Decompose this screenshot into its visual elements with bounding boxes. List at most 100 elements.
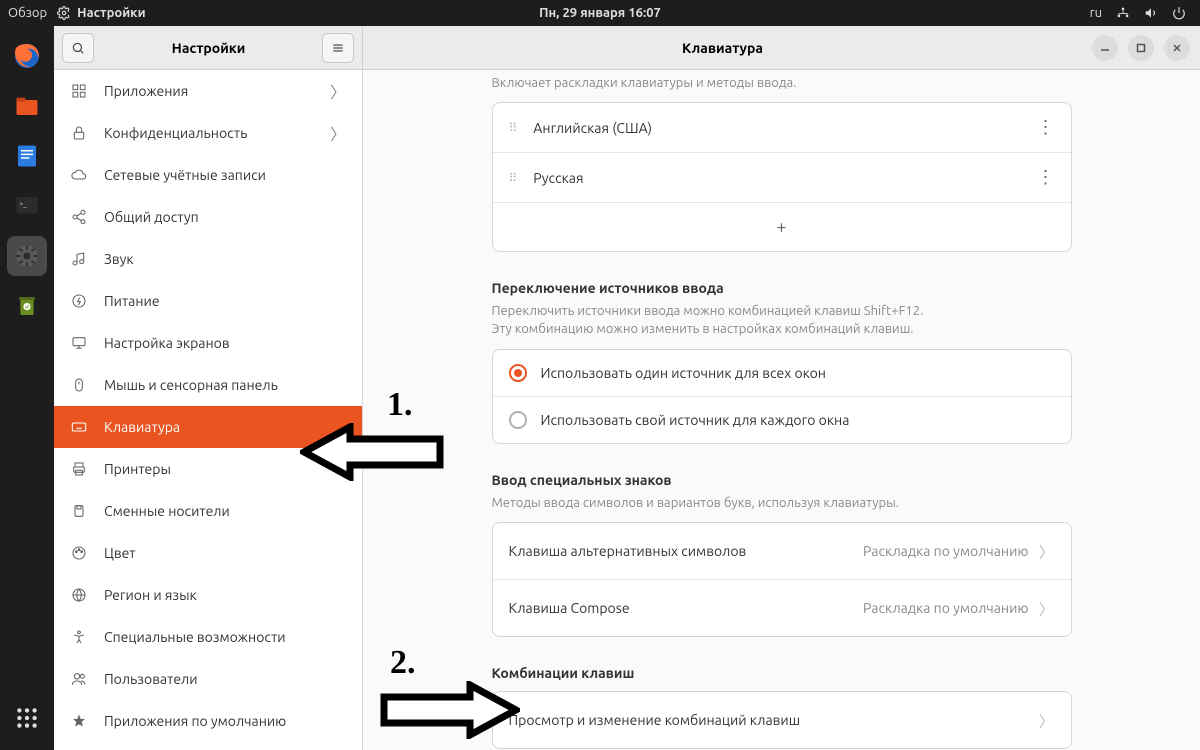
switch-opt-all-label: Использовать один источник для всех окон [541, 365, 826, 381]
special-row[interactable]: Клавиша ComposeРаскладка по умолчанию〉 [493, 579, 1071, 636]
share-icon [70, 208, 88, 226]
settings-content: Включает раскладки клавиатуры и методы в… [363, 70, 1200, 750]
sidebar-item-label: Конфиденциальность [104, 125, 247, 141]
input-source-row[interactable]: ⠿ Русская ⋮ [493, 152, 1071, 202]
svg-text:>_: >_ [20, 201, 28, 208]
lock-icon [70, 124, 88, 142]
dock-trash[interactable] [7, 286, 47, 326]
shortcuts-row[interactable]: Просмотр и изменение комбинаций клавиш 〉 [493, 692, 1071, 748]
chevron-right-icon: 〉 [330, 79, 346, 103]
sidebar-item-lock[interactable]: Конфиденциальность 〉 [54, 112, 362, 154]
sidebar-item-label: Клавиатура [104, 419, 180, 435]
sidebar-item-printer[interactable]: Принтеры [54, 448, 362, 490]
sidebar-item-label: Приложения [104, 83, 188, 99]
chevron-right-icon: 〉 [1038, 708, 1054, 732]
sidebar-item-power[interactable]: Питание [54, 280, 362, 322]
chevron-right-icon: 〉 [330, 121, 346, 145]
sidebar-item-keyboard[interactable]: Клавиатура [54, 406, 362, 448]
display-icon [70, 334, 88, 352]
drag-handle-icon[interactable]: ⠿ [509, 121, 520, 135]
cloud-icon [70, 166, 88, 184]
sidebar-item-label: Звук [104, 251, 134, 267]
keyboard-icon [70, 418, 88, 436]
volume-icon[interactable] [1144, 6, 1158, 20]
sidebar-item-label: Мышь и сенсорная панель [104, 377, 278, 393]
input-source-label: Русская [533, 170, 583, 186]
window-minimize[interactable] [1092, 35, 1118, 61]
special-title: Ввод специальных знаков [492, 472, 1072, 488]
activities-button[interactable]: Обзор [8, 6, 47, 20]
gnome-topbar: Обзор Настройки Пн, 29 января 16:07 ru [0, 0, 1200, 26]
users-icon [70, 670, 88, 688]
sidebar-item-apps[interactable]: Приложения 〉 [54, 70, 362, 112]
dock-apps-grid[interactable] [7, 698, 47, 738]
special-desc: Методы ввода символов и вариантов букв, … [492, 494, 1072, 512]
region-icon [70, 586, 88, 604]
dock-terminal[interactable]: >_ [7, 186, 47, 226]
shortcuts-title: Комбинации клавиш [492, 665, 1072, 681]
input-source-row[interactable]: ⠿Английская (США)⋮ [493, 103, 1071, 152]
sidebar-item-a11y[interactable]: Специальные возможности [54, 616, 362, 658]
power-icon[interactable] [1172, 6, 1186, 20]
sidebar-item-display[interactable]: Настройка экранов [54, 322, 362, 364]
settings-window: Настройки Клавиатура Приложения〉Конфиден… [54, 26, 1200, 750]
special-row[interactable]: Клавиша альтернативных символов Раскладка… [493, 523, 1071, 579]
window-close[interactable] [1164, 35, 1190, 61]
sidebar-item-label: Общий доступ [104, 209, 199, 225]
window-maximize[interactable] [1128, 35, 1154, 61]
sidebar-item-mouse[interactable]: Мышь и сенсорная панель [54, 364, 362, 406]
network-icon[interactable] [1116, 6, 1130, 20]
dock-libreoffice[interactable] [7, 136, 47, 176]
removable-icon [70, 502, 88, 520]
switch-card: Использовать один источник для всех окон… [492, 349, 1072, 444]
drag-handle-icon[interactable]: ⠿ [509, 171, 520, 185]
sidebar-item-label: Регион и язык [104, 587, 197, 603]
sidebar-item-label: Пользователи [104, 671, 198, 687]
dock-firefox[interactable] [7, 36, 47, 76]
search-icon [71, 41, 85, 55]
sidebar-item-users[interactable]: Пользователи [54, 658, 362, 700]
radio-checked-icon [509, 364, 527, 382]
more-icon[interactable]: ⋮ [1037, 117, 1055, 138]
switch-opt-all[interactable]: Использовать один источник для всех окон [493, 350, 1071, 396]
add-input-source[interactable]: + [493, 202, 1071, 251]
mouse-icon [70, 376, 88, 394]
hamburger-button[interactable] [322, 33, 354, 63]
special-row-key: Клавиша альтернативных символов [509, 543, 747, 559]
dock-settings[interactable] [7, 236, 47, 276]
switch-desc: Переключить источники ввода можно комбин… [492, 302, 1072, 338]
apps-icon [70, 82, 88, 100]
lang-indicator[interactable]: ru [1090, 6, 1102, 20]
switch-opt-each-label: Использовать свой источник для каждого о… [541, 412, 850, 428]
sidebar-item-defaults[interactable]: Приложения по умолчанию [54, 700, 362, 742]
topbar-datetime[interactable]: Пн, 29 января 16:07 [539, 6, 661, 20]
sidebar-item-region[interactable]: Регион и язык [54, 574, 362, 616]
input-sources-desc: Включает раскладки клавиатуры и методы в… [492, 74, 1072, 92]
sidebar-item-sound[interactable]: Звук [54, 238, 362, 280]
content-title: Клавиатура [363, 26, 1082, 69]
sidebar-item-label: Цвет [104, 545, 136, 561]
more-icon[interactable]: ⋮ [1037, 167, 1055, 188]
special-row-value: Раскладка по умолчанию [863, 543, 1028, 559]
sidebar-item-color[interactable]: Цвет [54, 532, 362, 574]
switch-opt-each[interactable]: Использовать свой источник для каждого о… [493, 396, 1071, 443]
close-icon [1172, 43, 1182, 53]
sidebar-item-label: Сетевые учётные записи [104, 167, 266, 183]
sidebar-item-label: Принтеры [104, 461, 171, 477]
power-icon [70, 292, 88, 310]
topbar-app[interactable]: Настройки [57, 6, 145, 20]
sound-icon [70, 250, 88, 268]
sidebar-item-share[interactable]: Общий доступ [54, 196, 362, 238]
menu-icon [331, 41, 345, 55]
special-row-value: Раскладка по умолчанию [863, 600, 1028, 616]
sidebar-item-removable[interactable]: Сменные носители [54, 490, 362, 532]
dock-files[interactable] [7, 86, 47, 126]
sidebar-item-label: Питание [104, 293, 160, 309]
search-button[interactable] [62, 33, 94, 63]
shortcuts-card: Просмотр и изменение комбинаций клавиш 〉 [492, 691, 1072, 749]
sidebar-item-label: Приложения по умолчанию [104, 713, 286, 729]
defaults-icon [70, 712, 88, 730]
sidebar-item-cloud[interactable]: Сетевые учётные записи [54, 154, 362, 196]
radio-unchecked-icon [509, 411, 527, 429]
settings-sidebar: Приложения 〉 Конфиденциальность 〉 Сетевые уч… [54, 70, 363, 750]
